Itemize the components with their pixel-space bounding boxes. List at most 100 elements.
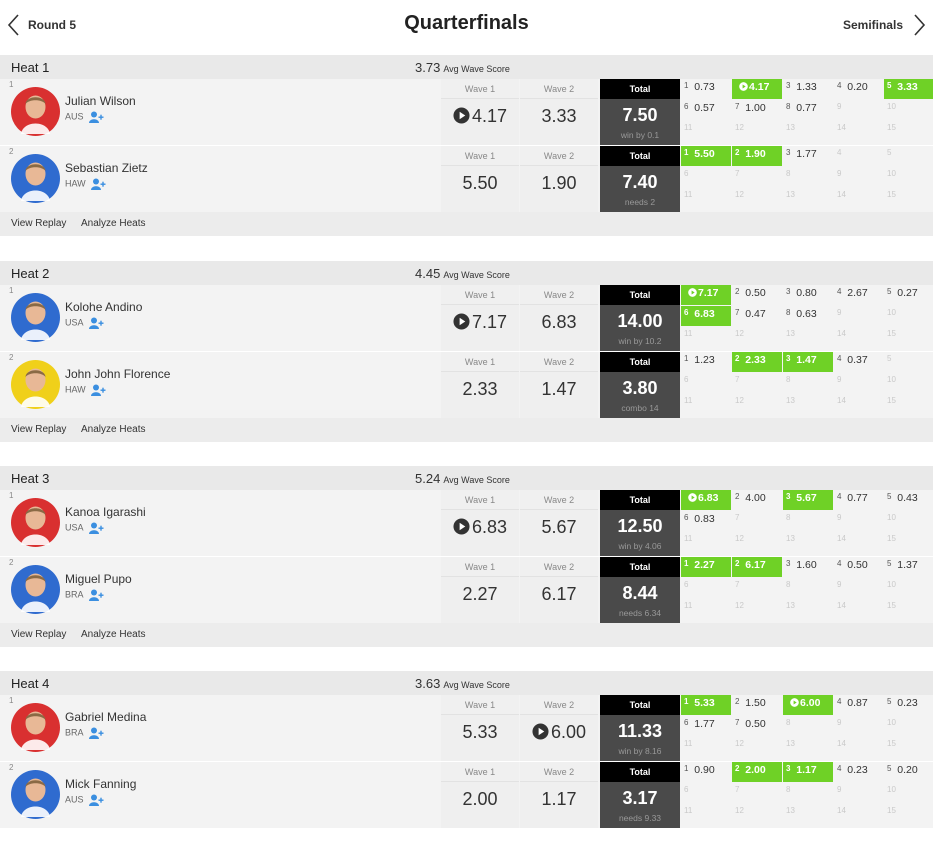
wave-breakdown-cell[interactable]: 6.00 bbox=[783, 695, 833, 715]
avatar bbox=[11, 770, 60, 819]
follow-surfer-icon[interactable] bbox=[88, 317, 104, 329]
wave-breakdown-cell: 2 1.90 bbox=[732, 146, 782, 166]
wave-breakdown-cell: 13 bbox=[783, 327, 833, 347]
wave-breakdown-score: 1.90 bbox=[745, 148, 766, 160]
play-replay-icon bbox=[453, 518, 470, 535]
follow-surfer-icon[interactable] bbox=[88, 727, 104, 739]
next-round-link[interactable]: Semifinals bbox=[843, 11, 929, 39]
wave-breakdown-cell: 5 bbox=[884, 352, 933, 372]
view-replay-link[interactable]: View Replay bbox=[11, 424, 66, 435]
wave-breakdown-cell: 7 bbox=[732, 783, 782, 803]
wave-breakdown-cell: 8 bbox=[783, 373, 833, 393]
wave-number: 9 bbox=[837, 513, 842, 522]
wave-breakdown-cell: 5 0.27 bbox=[884, 285, 933, 305]
avg-wave-score-label: Avg Wave Score bbox=[443, 64, 510, 74]
analyze-heats-link[interactable]: Analyze Heats bbox=[81, 629, 145, 640]
heat-card: Heat 1 3.73 Avg Wave Score 1 Julian Wilson AU… bbox=[0, 55, 933, 237]
wave-breakdown-score: 0.23 bbox=[897, 697, 918, 709]
wave-breakdown-cell: 10 bbox=[884, 578, 933, 598]
wave-number: 8 bbox=[786, 102, 791, 111]
wave-breakdown-score: 1.00 bbox=[745, 102, 766, 114]
wave-number: 3 bbox=[786, 764, 791, 773]
wave-header: Wave 2 bbox=[520, 557, 598, 577]
follow-surfer-icon[interactable] bbox=[88, 522, 104, 534]
follow-surfer-icon[interactable] bbox=[90, 178, 106, 190]
total-cell: Total 7.50 win by 0.1 bbox=[600, 79, 680, 145]
surfer-country: BRA bbox=[65, 589, 104, 601]
wave-breakdown-cell[interactable]: 4.17 bbox=[732, 79, 782, 99]
wave-breakdown-cell: 1 0.90 bbox=[681, 762, 731, 782]
country-code: HAW bbox=[65, 178, 86, 189]
wave-breakdown-cell: 12 bbox=[732, 394, 782, 414]
wave-score[interactable]: 6.83 bbox=[441, 517, 519, 538]
heat-title: Heat 3 bbox=[11, 471, 50, 486]
wave-number: 9 bbox=[837, 785, 842, 794]
wave-score: 1.90 bbox=[520, 173, 598, 194]
wave-breakdown-cell: 15 bbox=[884, 188, 933, 208]
view-replay-link[interactable]: View Replay bbox=[11, 218, 66, 229]
wave-breakdown-score: 0.20 bbox=[847, 81, 868, 93]
wave-header: Wave 2 bbox=[520, 79, 598, 99]
avg-wave-score-label: Avg Wave Score bbox=[443, 475, 510, 485]
wave-number: 12 bbox=[735, 123, 744, 132]
prev-round-link[interactable]: Round 5 bbox=[4, 11, 76, 39]
follow-surfer-icon[interactable] bbox=[90, 384, 106, 396]
wave-1-cell: Wave 1 2.00 bbox=[441, 762, 519, 828]
avatar bbox=[11, 360, 60, 409]
wave-number: 7 bbox=[735, 513, 740, 522]
total-header: Total bbox=[600, 762, 680, 782]
wave-header: Wave 2 bbox=[520, 285, 598, 305]
wave-breakdown-cell: 7 0.47 bbox=[732, 306, 782, 326]
surfer-country: BRA bbox=[65, 727, 104, 739]
total-note: needs 9.33 bbox=[618, 813, 662, 823]
wave-header: Wave 2 bbox=[520, 352, 598, 372]
wave-breakdown-cell: 6 bbox=[681, 578, 731, 598]
avatar bbox=[11, 565, 60, 614]
wave-score[interactable]: 7.17 bbox=[441, 312, 519, 333]
surfer-name: Julian Wilson bbox=[65, 94, 136, 108]
wave-number: 3 bbox=[786, 492, 791, 501]
wave-breakdown-score: 0.50 bbox=[745, 718, 766, 730]
country-code: USA bbox=[65, 317, 84, 328]
wave-score: 1.47 bbox=[520, 379, 598, 400]
wave-number: 3 bbox=[786, 354, 791, 363]
wave-number: 12 bbox=[735, 396, 744, 405]
analyze-heats-link[interactable]: Analyze Heats bbox=[81, 424, 145, 435]
avatar bbox=[11, 87, 60, 136]
wave-breakdown-cell: 11 bbox=[681, 804, 731, 824]
follow-surfer-icon[interactable] bbox=[88, 794, 104, 806]
analyze-heats-link[interactable]: Analyze Heats bbox=[81, 218, 145, 229]
follow-surfer-icon[interactable] bbox=[88, 589, 104, 601]
wave-number: 13 bbox=[786, 739, 795, 748]
wave-header: Wave 1 bbox=[441, 285, 519, 305]
wave-score[interactable]: 6.00 bbox=[520, 722, 598, 743]
wave-breakdown-cell[interactable]: 6.83 bbox=[681, 490, 731, 510]
wave-breakdown-grid: 1 0.73 4.17 3 1.33 4 0.20 5 3.33 6 0.57 7 1.00… bbox=[681, 79, 933, 145]
wave-header: Wave 1 bbox=[441, 762, 519, 782]
wave-breakdown-cell: 15 bbox=[884, 327, 933, 347]
wave-breakdown-cell: 14 bbox=[834, 804, 883, 824]
total-header: Total bbox=[600, 557, 680, 577]
follow-surfer-icon[interactable] bbox=[88, 111, 104, 123]
wave-breakdown-cell: 8 bbox=[783, 167, 833, 187]
wave-breakdown-cell: 13 bbox=[783, 532, 833, 552]
wave-number: 14 bbox=[837, 806, 846, 815]
wave-number: 12 bbox=[735, 329, 744, 338]
wave-breakdown-cell: 1 5.33 bbox=[681, 695, 731, 715]
wave-number: 5 bbox=[887, 354, 892, 363]
wave-2-cell: Wave 2 3.33 bbox=[520, 79, 598, 145]
wave-breakdown-score: 1.33 bbox=[796, 81, 817, 93]
wave-breakdown-cell[interactable]: 7.17 bbox=[681, 285, 731, 305]
wave-breakdown-cell: 13 bbox=[783, 121, 833, 141]
wave-score: 5.50 bbox=[441, 173, 519, 194]
wave-score[interactable]: 4.17 bbox=[441, 106, 519, 127]
total-score: 7.40 bbox=[622, 172, 658, 192]
wave-header: Wave 2 bbox=[520, 146, 598, 166]
country-code: HAW bbox=[65, 384, 86, 395]
play-replay-icon bbox=[790, 698, 799, 707]
wave-number: 8 bbox=[786, 375, 791, 384]
wave-header: Wave 1 bbox=[441, 79, 519, 99]
wave-number: 8 bbox=[786, 718, 791, 727]
view-replay-link[interactable]: View Replay bbox=[11, 629, 66, 640]
total-score: 8.44 bbox=[622, 583, 658, 603]
